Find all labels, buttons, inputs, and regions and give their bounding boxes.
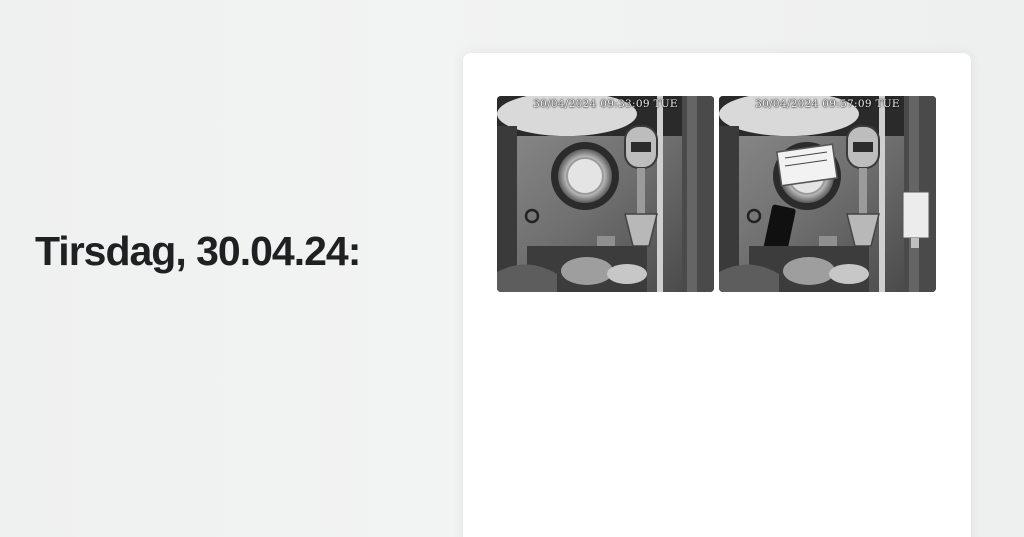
date-heading: Tirsdag, 30.04.24: [35, 228, 361, 274]
camera-image-2[interactable]: 30/04/2024 09:57:09 TUE [719, 96, 936, 292]
meter-scene-illustration [497, 96, 714, 292]
meter-scene-illustration [719, 96, 936, 292]
camera-image-1[interactable]: 30/04/2024 09:33:09 TUE [497, 96, 714, 292]
photo-timestamp: 30/04/2024 09:57:09 TUE [755, 98, 900, 110]
page: Tirsdag, 30.04.24: 30/04/2024 09:33:09 T… [0, 0, 1024, 537]
photo-timestamp: 30/04/2024 09:33:09 TUE [533, 98, 678, 110]
image-card: 30/04/2024 09:33:09 TUE 30/04/2024 09:57… [463, 53, 971, 537]
